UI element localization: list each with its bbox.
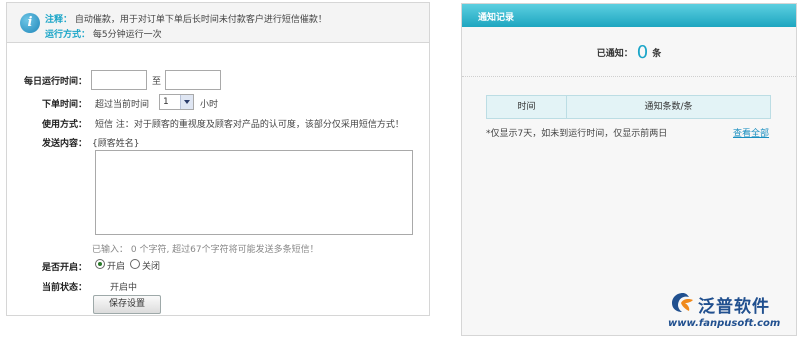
hours-unit: 小时 xyxy=(200,100,219,110)
chevron-down-icon[interactable] xyxy=(180,95,193,109)
status-value: 开启中 xyxy=(110,283,138,293)
notice-box: i 注释： 自动催款，用于对订单下单后长时间未付款客户进行短信催款！ 运行方式：… xyxy=(7,3,429,43)
logo-name: 泛普软件 xyxy=(698,297,770,317)
enable-label: 是否开启： xyxy=(41,263,87,273)
method-text: 短信 注：对于顾客的重视度及顾客对产品的认可度，该部分仅采用短信方式！ xyxy=(95,120,404,130)
end-time-input[interactable] xyxy=(165,70,221,90)
column-header-time: 时间 xyxy=(487,96,567,118)
logo-url: www.fanpusoft.com xyxy=(668,318,781,329)
auto-reminder-settings-panel: i 注释： 自动催款，用于对订单下单后长时间未付款客户进行短信催款！ 运行方式：… xyxy=(6,2,430,316)
notified-unit: 条 xyxy=(652,49,662,59)
column-header-count: 通知条数/条 xyxy=(644,102,693,112)
display-tip: *仅显示7天，如未到运行时间，仅显示前两日 xyxy=(486,129,668,139)
content-tag[interactable]: {顾客姓名} xyxy=(92,136,139,149)
hours-select[interactable]: 1 xyxy=(159,94,194,110)
to-text: 至 xyxy=(152,77,162,87)
enable-on-label[interactable]: 开启 xyxy=(107,259,125,272)
info-icon: i xyxy=(20,13,40,33)
run-mode-line: 运行方式： 每5分钟运行一次 xyxy=(45,27,162,40)
status-label: 当前状态： xyxy=(41,283,87,293)
save-settings-button[interactable]: 保存设置 xyxy=(93,295,161,314)
notified-label: 已通知： xyxy=(596,49,633,59)
method-label: 使用方式： xyxy=(41,120,87,130)
divider xyxy=(462,76,796,77)
notification-log-panel: 通知记录 已通知： 0 条 时间 通知条数/条 *仅显示7天，如未到运行时间，仅显示… xyxy=(461,3,797,336)
daily-run-time-label: 每日运行时间： xyxy=(23,77,87,87)
view-all-link[interactable]: 查看全部 xyxy=(733,126,769,139)
panel-title: 通知记录 xyxy=(478,13,515,23)
enable-on-radio[interactable] xyxy=(95,259,105,269)
notified-count-line: 已通知： 0 条 xyxy=(462,42,796,63)
run-mode-key: 运行方式： xyxy=(45,30,91,40)
input-hint: 已输入： 0 个字符, 超过67个字符将可能发送多条短信！ xyxy=(92,245,319,255)
run-mode-text: 每5分钟运行一次 xyxy=(92,30,162,40)
order-time-label: 下单时间： xyxy=(41,100,87,110)
content-textarea[interactable] xyxy=(95,150,413,235)
note-line: 注释： 自动催款，用于对订单下单后长时间未付款客户进行短信催款！ xyxy=(45,12,327,25)
panel-header: 通知记录 xyxy=(462,4,796,27)
notified-count: 0 xyxy=(636,42,649,63)
note-key: 注释： xyxy=(45,15,73,25)
enable-off-label[interactable]: 关闭 xyxy=(142,259,160,272)
note-text: 自动催款，用于对订单下单后长时间未付款客户进行短信催款！ xyxy=(74,15,327,25)
fanpusoft-logo: 泛普软件 www.fanpusoft.com xyxy=(668,290,793,336)
notification-table: 时间 通知条数/条 xyxy=(486,95,771,119)
order-time-prefix: 超过当前时间 xyxy=(95,100,150,110)
enable-off-radio[interactable] xyxy=(130,259,140,269)
content-label: 发送内容： xyxy=(41,139,87,149)
start-time-input[interactable] xyxy=(91,70,147,90)
hours-value: 1 xyxy=(163,97,169,107)
logo-mark-icon xyxy=(672,293,693,312)
